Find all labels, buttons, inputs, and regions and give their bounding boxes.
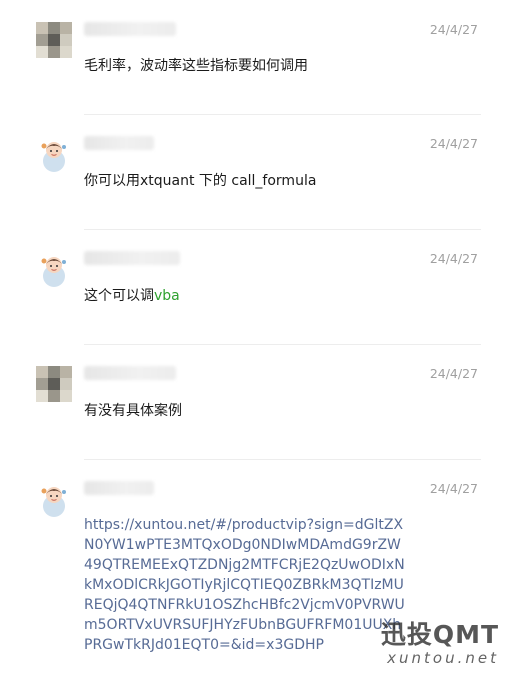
- pixelated-avatar[interactable]: [36, 366, 72, 402]
- message-separator: [84, 114, 481, 115]
- message-separator: [84, 459, 481, 460]
- message-timestamp: 24/4/27: [429, 22, 478, 37]
- sender-name-redacted: [84, 136, 154, 150]
- message-text: 有没有具体案例: [84, 403, 182, 419]
- cartoon-avatar[interactable]: [36, 137, 72, 173]
- message-separator: [84, 229, 481, 230]
- message-text: 毛利率，波动率这些指标要如何调用: [84, 58, 308, 74]
- product-link[interactable]: https://xuntou.net/#/productvip?sign=dGl…: [84, 517, 405, 653]
- sender-name-redacted: [84, 366, 176, 380]
- message-timestamp: 24/4/27: [429, 366, 478, 381]
- cartoon-avatar[interactable]: [36, 482, 72, 518]
- message-timestamp: 24/4/27: [429, 136, 478, 151]
- message-link-container: https://xuntou.net/#/productvip?sign=dGl…: [84, 515, 406, 655]
- cartoon-avatar[interactable]: [36, 252, 72, 288]
- message-text-plain: 这个可以调: [84, 288, 154, 304]
- message-separator: [84, 344, 481, 345]
- sender-name-redacted: [84, 481, 154, 495]
- message-timestamp: 24/4/27: [429, 481, 478, 496]
- pixelated-avatar[interactable]: [36, 22, 72, 58]
- message-text: 这个可以调vba: [84, 286, 414, 306]
- message-text: 你可以用xtquant 下的 call_formula: [84, 173, 317, 189]
- message-timestamp: 24/4/27: [429, 251, 478, 266]
- highlighted-keyword: vba: [154, 288, 180, 304]
- sender-name-redacted: [84, 22, 176, 36]
- sender-name-redacted: [84, 251, 180, 265]
- chat-history-window: { "messages": [ {"sender": "", "time": "…: [0, 0, 509, 675]
